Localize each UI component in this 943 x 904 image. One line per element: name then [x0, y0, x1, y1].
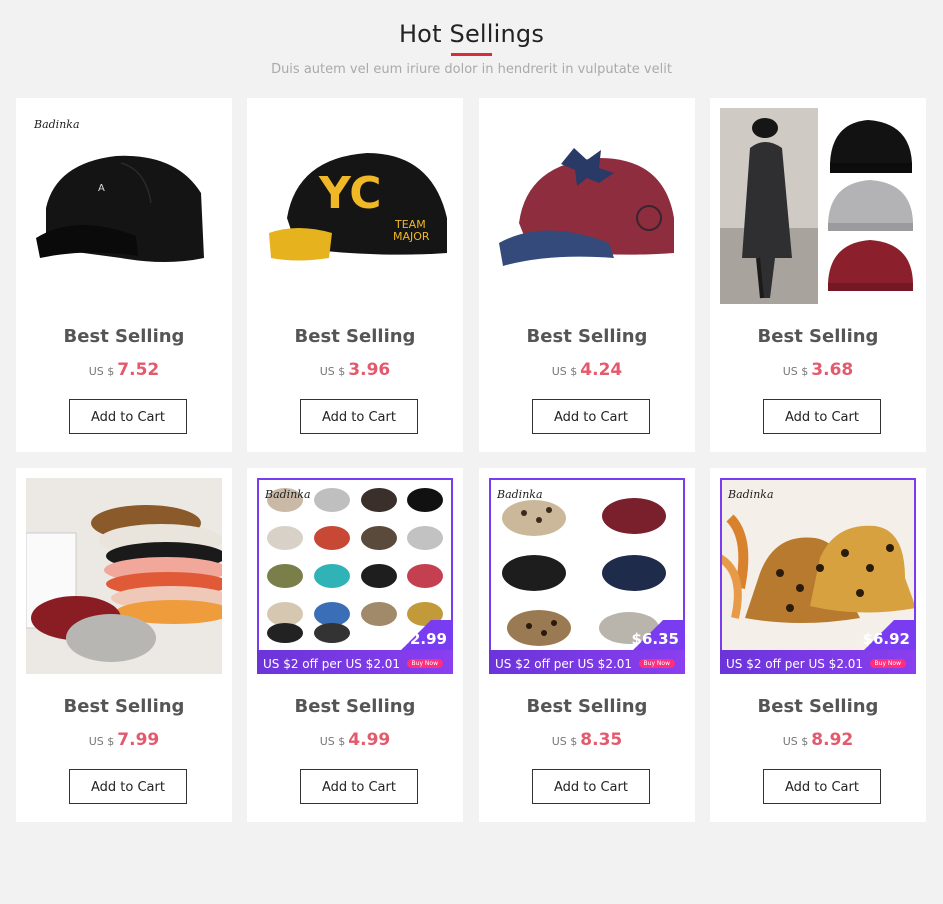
svg-text:YC: YC [318, 168, 382, 219]
promo-banner: US $2 off per US $2.01 Buy Now [257, 650, 453, 674]
brand-logo: Badinka [34, 118, 80, 131]
promo-price: $6.92 [862, 630, 910, 648]
product-name: Best Selling [63, 696, 185, 717]
product-card[interactable]: Best Selling US $3.68 Add to Cart [710, 98, 926, 452]
product-price: US $3.96 [319, 360, 391, 380]
product-card[interactable]: Badinka $6.92 US $2 off per US $2.01 Buy… [710, 468, 926, 822]
product-price: US $3.68 [782, 360, 854, 380]
product-price: US $8.92 [782, 730, 854, 750]
svg-text:A: A [98, 183, 105, 194]
buy-now-badge[interactable]: Buy Now [406, 659, 443, 668]
product-image-red-denim-cap[interactable] [489, 108, 685, 304]
brand-logo: Badinka [728, 488, 774, 501]
product-name: Best Selling [757, 326, 879, 347]
product-name: Best Selling [526, 326, 648, 347]
product-card[interactable]: A Badinka Best Selling US $7.52 Add to C… [16, 98, 232, 452]
product-card[interactable]: Best Selling US $7.99 Add to Cart [16, 468, 232, 822]
product-name: Best Selling [63, 326, 185, 347]
promo-price: $6.35 [631, 630, 679, 648]
promo-banner: US $2 off per US $2.01 Buy Now [489, 650, 685, 674]
product-card[interactable]: YC TEAM MAJOR Best Selling US $3.96 Add … [247, 98, 463, 452]
promo-banner: US $2 off per US $2.01 Buy Now [720, 650, 916, 674]
product-image-leopard-bucket-hats[interactable]: Badinka $6.92 US $2 off per US $2.01 Buy… [720, 478, 916, 674]
product-image-black-cap[interactable]: A Badinka [26, 108, 222, 304]
product-image-beanie-collage[interactable] [720, 108, 916, 304]
add-to-cart-button[interactable]: Add to Cart [300, 769, 418, 804]
svg-text:MAJOR: MAJOR [393, 230, 430, 243]
title-underline [451, 53, 492, 56]
promo-text: US $2 off per US $2.01 [263, 657, 401, 671]
add-to-cart-button[interactable]: Add to Cart [69, 399, 187, 434]
product-card[interactable]: Badinka $6.35 US $2 off per US $2.01 Buy… [479, 468, 695, 822]
product-price: US $7.52 [88, 360, 160, 380]
promo-text: US $2 off per US $2.01 [726, 657, 864, 671]
product-price: US $4.24 [551, 360, 623, 380]
promo-price: $2.99 [399, 630, 447, 648]
product-image-leopard-caps-grid[interactable]: Badinka $6.35 US $2 off per US $2.01 Buy… [489, 478, 685, 674]
add-to-cart-button[interactable]: Add to Cart [300, 399, 418, 434]
promo-text: US $2 off per US $2.01 [495, 657, 633, 671]
product-image-beret-stack[interactable] [26, 478, 222, 674]
product-name: Best Selling [526, 696, 648, 717]
product-price: US $8.35 [551, 730, 623, 750]
buy-now-badge[interactable]: Buy Now [638, 659, 675, 668]
section-title: Hot Sellings [398, 20, 545, 48]
product-card[interactable]: Badinka $2.99 US $2 off per US $2.01 Buy… [247, 468, 463, 822]
add-to-cart-button[interactable]: Add to Cart [763, 399, 881, 434]
product-image-mesh-caps-grid[interactable]: Badinka $2.99 US $2 off per US $2.01 Buy… [257, 478, 453, 674]
product-price: US $4.99 [319, 730, 391, 750]
add-to-cart-button[interactable]: Add to Cart [763, 769, 881, 804]
product-name: Best Selling [757, 696, 879, 717]
product-name: Best Selling [294, 696, 416, 717]
add-to-cart-button[interactable]: Add to Cart [532, 399, 650, 434]
product-name: Best Selling [294, 326, 416, 347]
product-price: US $7.99 [88, 730, 160, 750]
section-subtitle: Duis autem vel eum iriure dolor in hendr… [271, 62, 672, 77]
buy-now-badge[interactable]: Buy Now [869, 659, 906, 668]
brand-logo: Badinka [497, 488, 543, 501]
add-to-cart-button[interactable]: Add to Cart [69, 769, 187, 804]
product-card[interactable]: Best Selling US $4.24 Add to Cart [479, 98, 695, 452]
brand-logo: Badinka [265, 488, 311, 501]
product-image-ny-cap[interactable]: YC TEAM MAJOR [257, 108, 453, 304]
add-to-cart-button[interactable]: Add to Cart [532, 769, 650, 804]
